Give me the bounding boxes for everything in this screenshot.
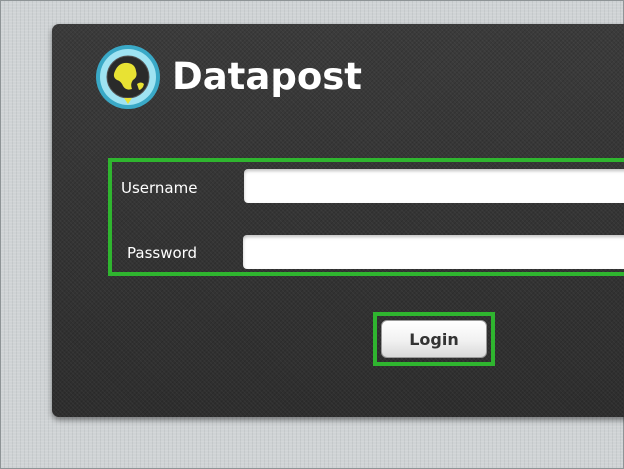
login-button[interactable]: Login <box>381 320 487 358</box>
credentials-highlight-box <box>108 158 624 276</box>
globe-icon <box>96 45 160 109</box>
brand-name: Datapost <box>172 55 362 98</box>
